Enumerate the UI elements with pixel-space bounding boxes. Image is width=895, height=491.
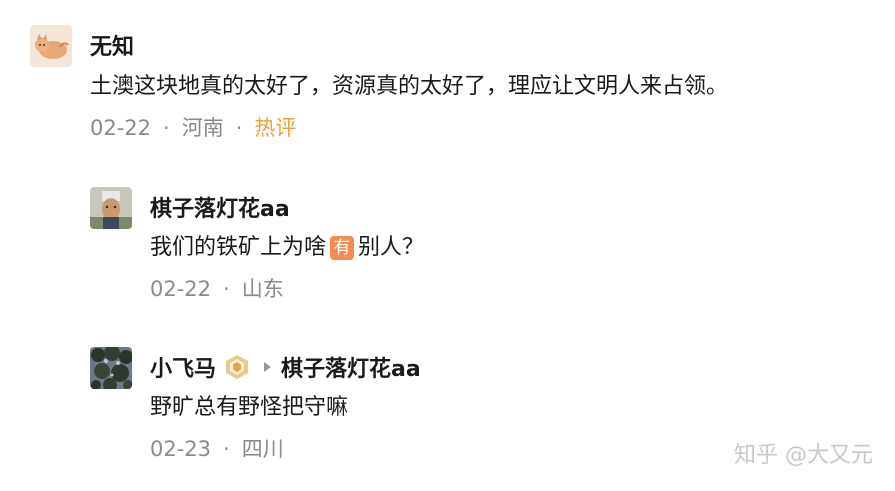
comment-meta: 02-22 · 河南 · 热评: [90, 113, 296, 143]
hexagon-medal-icon: [224, 354, 250, 380]
comment-location: 山东: [241, 277, 284, 301]
comment-location: 四川: [241, 437, 284, 461]
comment-content: 我们的铁矿上为啥有别人？: [150, 233, 424, 263]
comment-author[interactable]: 小飞马: [150, 351, 216, 383]
reply-to-author[interactable]: 棋子落灯花aa: [281, 351, 421, 383]
comment-date: 02-22: [150, 277, 212, 301]
content-text-after: 别人？: [358, 235, 425, 260]
comment-location: 河南: [181, 116, 224, 140]
tree-avatar-icon: [90, 347, 132, 389]
comment-author[interactable]: 无知: [90, 29, 134, 61]
separator-dot: ·: [223, 277, 230, 301]
comment-content: 野旷总有野怪把守嘛: [150, 395, 349, 420]
avatar-tree[interactable]: [90, 347, 132, 389]
zhihu-watermark: 知乎 @大又元: [734, 443, 873, 468]
comment-author[interactable]: 棋子落灯花aa: [150, 191, 290, 223]
comment-meta: 02-23 · 四川: [150, 434, 284, 464]
separator-dot: ·: [235, 116, 243, 140]
separator-dot: ·: [223, 437, 230, 461]
highlight-badge: 有: [330, 236, 355, 260]
comment-date: 02-23: [150, 437, 212, 461]
separator-dot: ·: [163, 116, 170, 140]
reply-arrow-icon: [264, 362, 272, 372]
comment-date: 02-22: [90, 116, 152, 140]
cat-avatar-icon: [30, 25, 72, 67]
person-avatar-icon: [90, 187, 132, 229]
comment-meta: 02-22 · 山东: [150, 274, 284, 304]
comment-content: 土澳这块地真的太好了，资源真的太好了，理应让文明人来占领。: [90, 74, 729, 99]
content-text-before: 我们的铁矿上为啥: [150, 235, 327, 260]
hot-comment-tag: 热评: [254, 116, 297, 140]
avatar-cat[interactable]: [30, 25, 72, 67]
avatar-person[interactable]: [90, 187, 132, 229]
